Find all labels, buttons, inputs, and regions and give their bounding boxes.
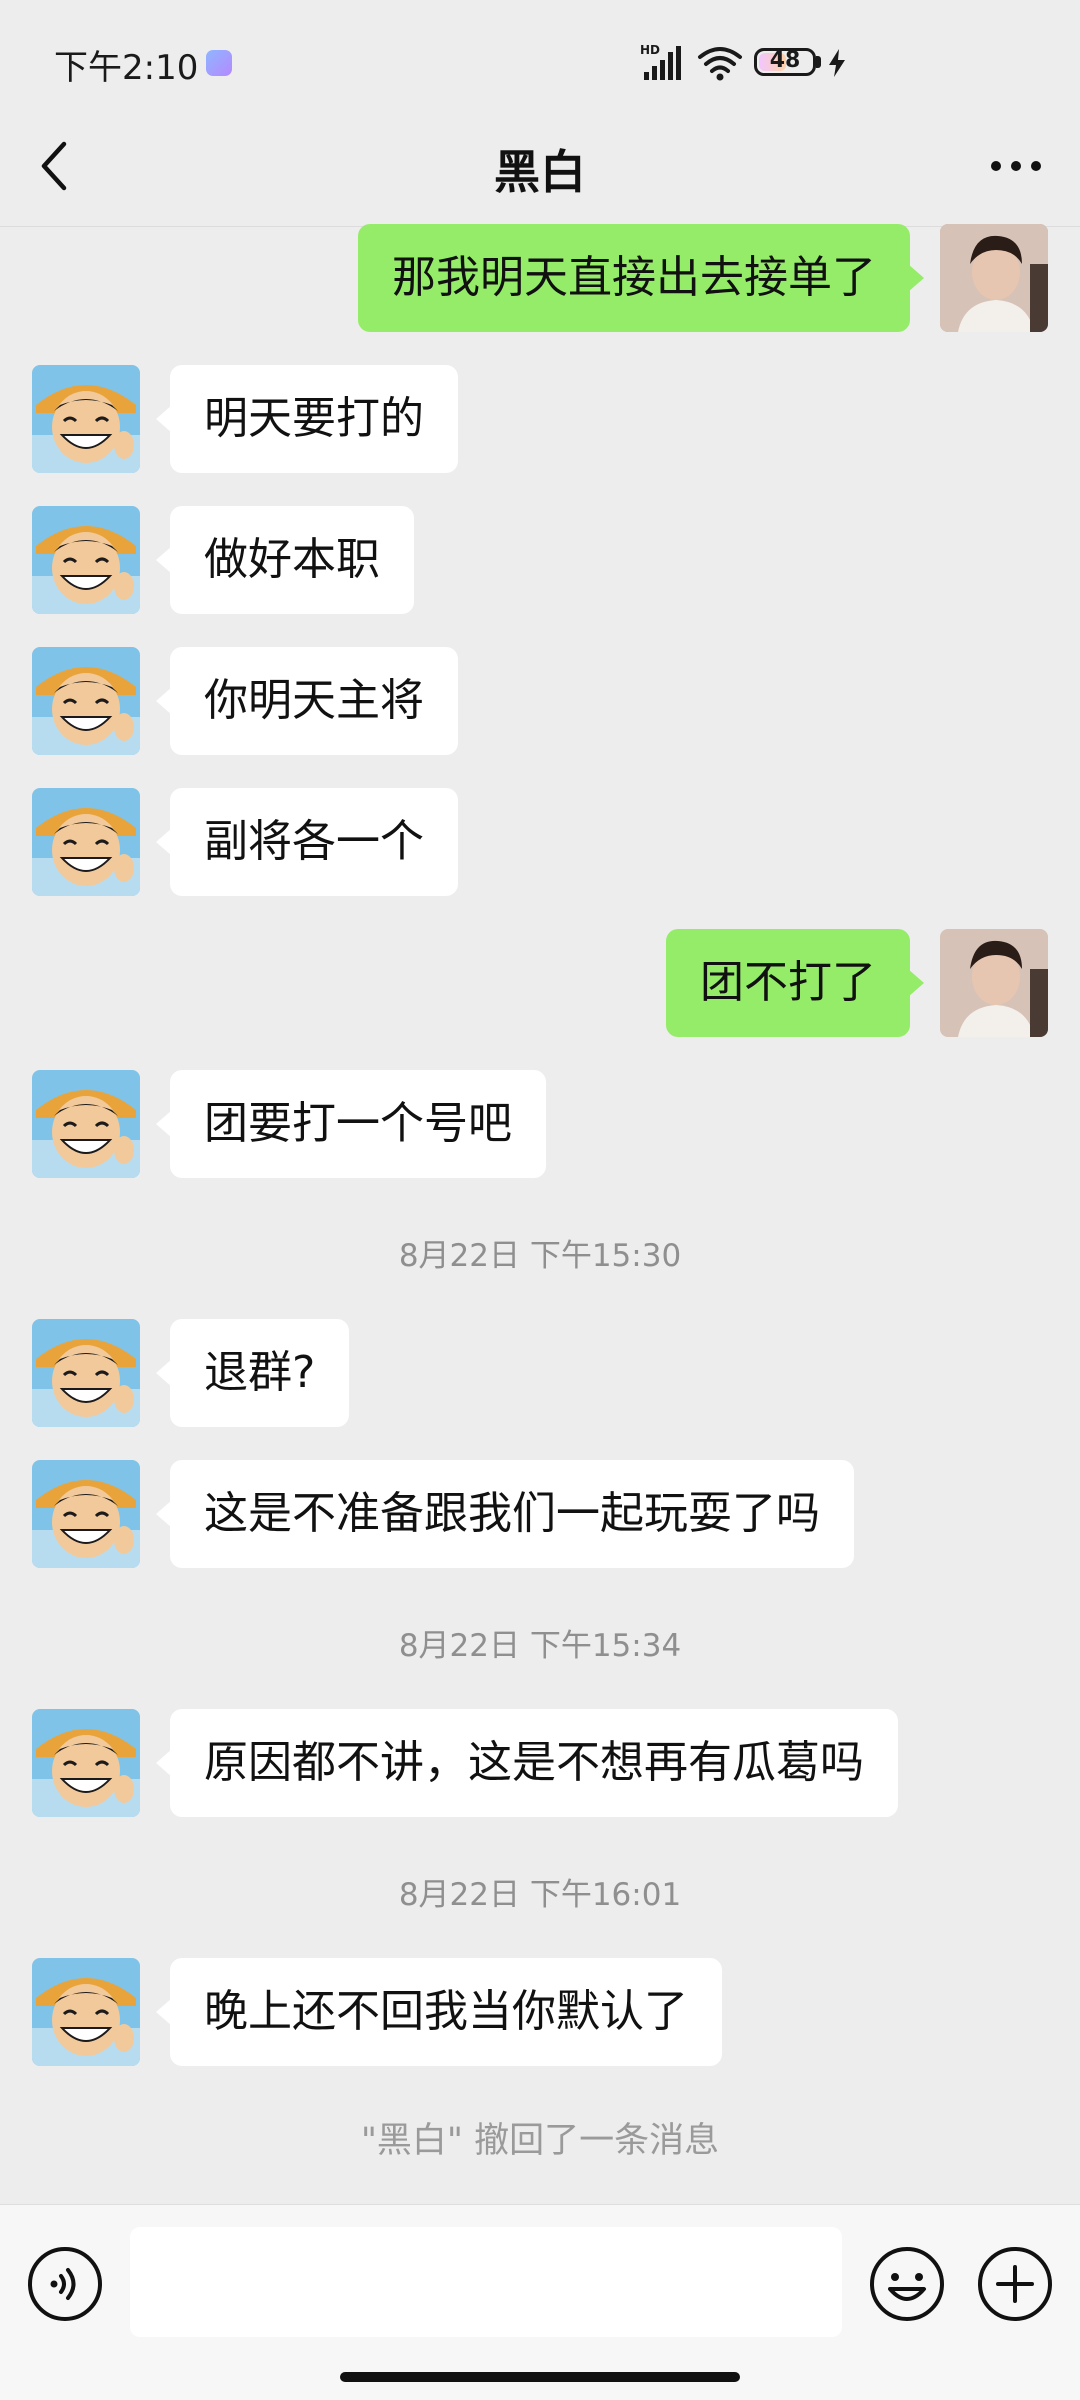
wifi-icon [698, 47, 742, 81]
voice-icon[interactable] [26, 2245, 104, 2323]
message-row-incoming: 这是不准备跟我们一起玩耍了吗 [0, 1460, 1080, 1570]
message-bubble-outgoing[interactable]: 团不打了 [666, 929, 924, 1037]
my-avatar[interactable] [940, 929, 1048, 1037]
contact-avatar[interactable] [32, 647, 140, 755]
charging-bolt-icon [829, 49, 845, 77]
contact-avatar[interactable] [32, 1709, 140, 1817]
chat-header: 黑白 [0, 110, 1080, 227]
message-timestamp: 8月22日 下午16:01 [398, 1877, 682, 1913]
plus-icon[interactable] [976, 2245, 1054, 2323]
message-bubble-incoming[interactable]: 做好本职 [156, 506, 414, 614]
message-row-incoming: 团要打一个号吧 [0, 1070, 1080, 1180]
message-bubble-outgoing[interactable]: 那我明天直接出去接单了 [358, 224, 924, 332]
contact-avatar[interactable] [32, 788, 140, 896]
message-bubble-incoming[interactable]: 副将各一个 [156, 788, 458, 896]
message-bubble-incoming[interactable]: 明天要打的 [156, 365, 458, 473]
message-row-incoming: 副将各一个 [0, 788, 1080, 898]
contact-avatar[interactable] [32, 1319, 140, 1427]
status-bar: 下午2:10 HD 48 [0, 0, 1080, 110]
message-input[interactable] [130, 2227, 842, 2337]
message-row-incoming: 你明天主将 [0, 647, 1080, 757]
message-bubble-incoming[interactable]: 这是不准备跟我们一起玩耍了吗 [156, 1460, 854, 1568]
message-bubble-incoming[interactable]: 你明天主将 [156, 647, 458, 755]
message-bubble-incoming[interactable]: 团要打一个号吧 [156, 1070, 546, 1178]
message-bubble-incoming[interactable]: 原因都不讲，这是不想再有瓜葛吗 [156, 1709, 898, 1817]
message-row-outgoing: 团不打了 [0, 929, 1080, 1039]
chat-title: 黑白 [494, 145, 586, 199]
home-indicator[interactable] [340, 2372, 740, 2382]
battery-tip [816, 56, 821, 68]
battery-icon: 48 [754, 48, 816, 76]
message-row-outgoing: 那我明天直接出去接单了 [0, 224, 1080, 334]
app-notification-icon [206, 50, 232, 76]
my-avatar[interactable] [940, 224, 1048, 332]
message-row-incoming: 原因都不讲，这是不想再有瓜葛吗 [0, 1709, 1080, 1819]
message-row-incoming: 晚上还不回我当你默认了 [0, 1958, 1080, 2068]
chat-screen: 下午2:10 HD 48 黑白 那我明天直接出去接单了 明天要打的 做好本职 你… [0, 0, 1080, 2400]
recall-notice: "黑白" 撤回了一条消息 [360, 2121, 720, 2161]
message-row-incoming: 做好本职 [0, 506, 1080, 616]
battery-level: 48 [769, 48, 801, 73]
status-time: 下午2:10 [54, 48, 199, 88]
message-timestamp: 8月22日 下午15:34 [398, 1628, 682, 1664]
contact-avatar[interactable] [32, 1070, 140, 1178]
message-bubble-incoming[interactable]: 晚上还不回我当你默认了 [156, 1958, 722, 2066]
emoji-icon[interactable] [868, 2245, 946, 2323]
message-timestamp: 8月22日 下午15:30 [398, 1238, 682, 1274]
message-row-incoming: 明天要打的 [0, 365, 1080, 475]
chat-input-bar [0, 2204, 1080, 2400]
network-label: HD [640, 43, 660, 57]
contact-avatar[interactable] [32, 1460, 140, 1568]
more-dots-icon[interactable] [986, 146, 1046, 186]
contact-avatar[interactable] [32, 506, 140, 614]
signal-icon: HD [640, 43, 681, 80]
message-bubble-incoming[interactable]: 退群? [155, 1319, 350, 1427]
message-row-incoming: 退群? [0, 1319, 1080, 1429]
contact-avatar[interactable] [32, 1958, 140, 2066]
contact-avatar[interactable] [32, 365, 140, 473]
